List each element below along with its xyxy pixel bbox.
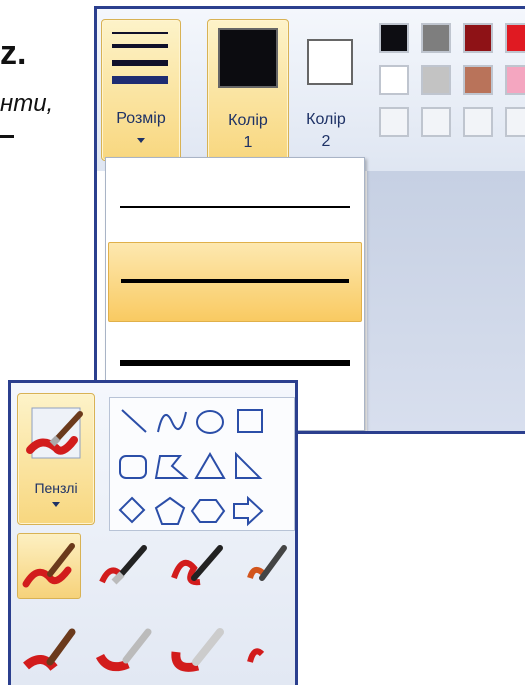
color1-label: Колір xyxy=(228,112,268,129)
brushes-button-label: Пензлі xyxy=(34,480,78,496)
arrow-right-shape-icon xyxy=(233,495,264,527)
line-thickness-sample xyxy=(121,279,349,283)
right-triangle-shape-icon xyxy=(235,451,263,479)
calligraphy-brush-icon xyxy=(171,545,223,586)
palette-cell[interactable] xyxy=(505,107,525,137)
brushes-button[interactable]: Пензлі xyxy=(17,393,95,525)
pentagon-shape-icon xyxy=(154,496,186,525)
chevron-down-icon xyxy=(137,138,145,143)
book-text-fragment-2: нти, xyxy=(0,90,54,117)
brush-option[interactable] xyxy=(91,533,155,599)
natural-pencil-icon xyxy=(247,648,265,663)
palette-cell[interactable] xyxy=(463,107,493,137)
palette-cell[interactable] xyxy=(463,23,493,53)
brush-option-selected[interactable] xyxy=(17,533,81,599)
color2-button[interactable]: Колір 2 xyxy=(293,19,359,159)
crayon-icon xyxy=(95,628,152,672)
line-shape-icon xyxy=(121,409,147,433)
size-button-label: Розмір xyxy=(116,110,166,127)
size-option[interactable] xyxy=(108,166,362,246)
brush-option[interactable] xyxy=(165,611,229,677)
palette-cell[interactable] xyxy=(421,107,451,137)
hexagon-shape-icon xyxy=(190,499,226,523)
triangle-shape-icon xyxy=(194,452,226,479)
color1-number: 1 xyxy=(243,134,253,151)
line-thickness-sample xyxy=(120,206,350,208)
brush-option[interactable] xyxy=(239,611,295,677)
airbrush-icon xyxy=(247,545,287,581)
book-dash xyxy=(0,135,14,138)
palette-cell[interactable] xyxy=(379,107,409,137)
palette-cell[interactable] xyxy=(379,23,409,53)
brush-option[interactable] xyxy=(91,611,155,677)
color1-button[interactable]: Колір 1 xyxy=(207,19,289,161)
oil-brush-icon xyxy=(23,628,76,671)
paint-window-size: Розмір Колір 1 Колір 2 xyxy=(94,6,525,434)
palette-cell[interactable] xyxy=(421,65,451,95)
book-text-fragment: z. xyxy=(0,34,27,72)
diamond-shape-icon xyxy=(118,496,146,524)
oval-shape-icon xyxy=(196,410,224,434)
size-option-selected[interactable] xyxy=(108,242,362,322)
curve-shape-icon xyxy=(157,411,187,433)
brush-icon xyxy=(22,543,75,588)
chevron-down-icon xyxy=(52,502,60,507)
palette-cell[interactable] xyxy=(379,65,409,95)
size-button[interactable]: Розмір xyxy=(101,19,181,161)
color2-label: Колір xyxy=(306,111,346,128)
color2-swatch xyxy=(307,39,353,85)
palette-cell[interactable] xyxy=(421,23,451,53)
palette-cell[interactable] xyxy=(505,23,525,53)
color2-number: 2 xyxy=(321,133,331,150)
brush-option[interactable] xyxy=(165,533,229,599)
palette-cell[interactable] xyxy=(463,65,493,95)
palette-cell[interactable] xyxy=(505,65,525,95)
shapes-icons xyxy=(118,409,264,527)
canvas-area xyxy=(367,171,525,431)
color1-swatch xyxy=(218,28,278,88)
brush-option[interactable] xyxy=(239,533,295,599)
calligraphy-brush-icon xyxy=(99,545,147,585)
brush-icon xyxy=(26,407,83,459)
rectangle-shape-icon xyxy=(237,409,263,433)
polygon-shape-icon xyxy=(154,455,189,479)
paint-window-brushes: Пензлі xyxy=(8,380,298,685)
line-thickness-sample xyxy=(120,360,350,366)
rounded-rectangle-shape-icon xyxy=(119,455,147,479)
marker-icon xyxy=(171,628,224,672)
shapes-gallery xyxy=(109,397,295,531)
brush-option[interactable] xyxy=(17,611,81,677)
